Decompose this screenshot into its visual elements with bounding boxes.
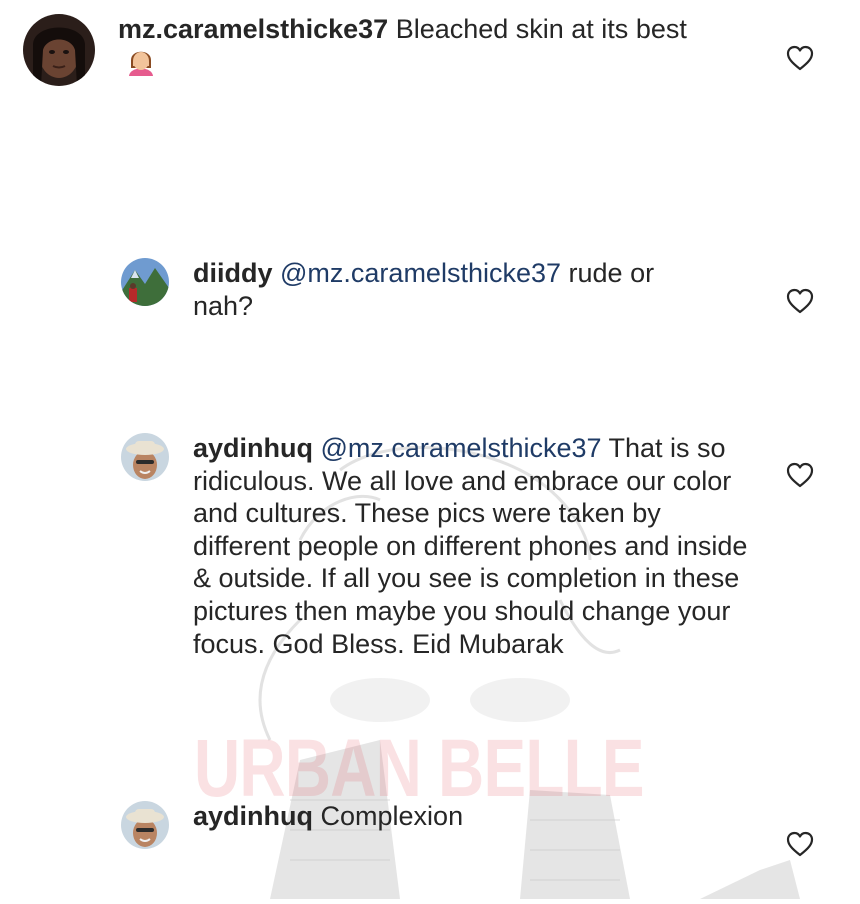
comment-mention[interactable]: @mz.caramelsthicke37 (280, 258, 561, 288)
like-heart-icon[interactable] (785, 461, 815, 489)
comment-item: aydinhuq Complexion (0, 795, 860, 895)
comment-text: mz.caramelsthicke37 Bleached skin at its… (118, 13, 718, 83)
avatar[interactable] (121, 801, 169, 849)
like-heart-icon[interactable] (785, 44, 815, 72)
person-facepalming-icon (124, 46, 158, 84)
like-heart-icon[interactable] (785, 830, 815, 858)
comment-username[interactable]: aydinhuq (193, 801, 313, 831)
comment-mention[interactable]: @mz.caramelsthicke37 (321, 433, 602, 463)
comment-body: That is so ridiculous. We all love and e… (193, 433, 748, 659)
comment-body: Complexion (320, 801, 464, 831)
comment-body: Bleached skin at its best (395, 14, 687, 44)
comment-item: aydinhuq @mz.caramelsthicke37 That is so… (0, 425, 860, 695)
comment-username[interactable]: mz.caramelsthicke37 (118, 14, 388, 44)
comment-item: mz.caramelsthicke37 Bleached skin at its… (0, 0, 860, 120)
comment-item: diiddy @mz.caramelsthicke37 rude or nah? (0, 250, 860, 360)
comment-text: aydinhuq @mz.caramelsthicke37 That is so… (193, 432, 753, 660)
avatar[interactable] (121, 258, 169, 306)
comment-username[interactable]: aydinhuq (193, 433, 313, 463)
like-heart-icon[interactable] (785, 287, 815, 315)
avatar[interactable] (23, 14, 95, 86)
comment-text: aydinhuq Complexion (193, 800, 713, 833)
avatar[interactable] (121, 433, 169, 481)
comment-text: diiddy @mz.caramelsthicke37 rude or nah? (193, 257, 713, 322)
comment-username[interactable]: diiddy (193, 258, 273, 288)
